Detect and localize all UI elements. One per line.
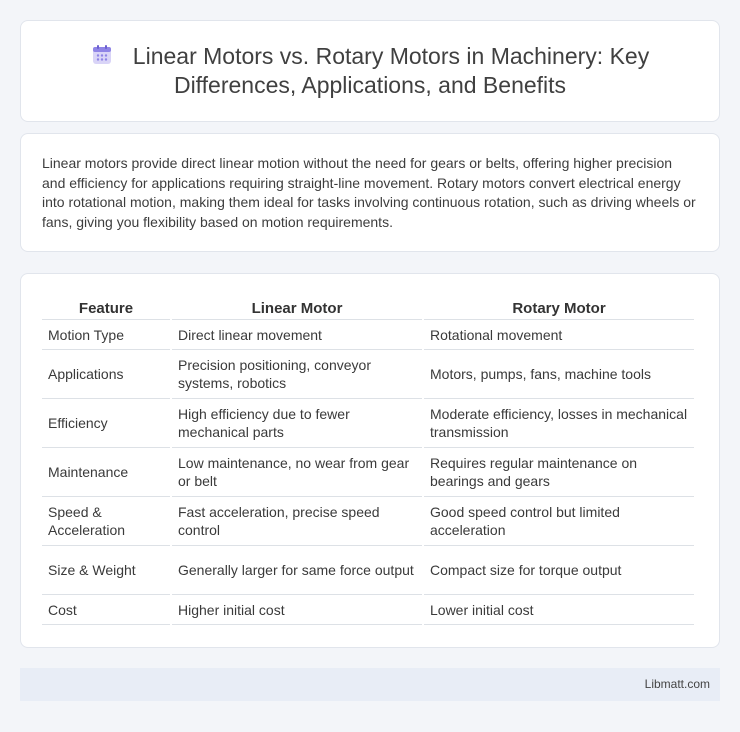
cell-linear: Generally larger for same force output xyxy=(172,546,422,595)
footer: Libmatt.com xyxy=(20,668,720,701)
cell-linear: Low maintenance, no wear from gear or be… xyxy=(172,448,422,497)
cell-feature: Applications xyxy=(42,350,170,399)
table-row: Cost Higher initial cost Lower initial c… xyxy=(42,595,694,625)
cell-linear: Fast acceleration, precise speed control xyxy=(172,497,422,546)
table-row: Speed & Acceleration Fast acceleration, … xyxy=(42,497,694,546)
cell-feature: Speed & Acceleration xyxy=(42,497,170,546)
page-title: Linear Motors vs. Rotary Motors in Machi… xyxy=(132,43,650,98)
table-row: Applications Precision positioning, conv… xyxy=(42,350,694,399)
cell-feature: Maintenance xyxy=(42,448,170,497)
intro-card: Linear motors provide direct linear moti… xyxy=(20,133,720,252)
footer-site-link[interactable]: Libmatt.com xyxy=(645,677,710,691)
cell-feature: Motion Type xyxy=(42,320,170,350)
intro-text: Linear motors provide direct linear moti… xyxy=(42,155,696,230)
cell-feature: Cost xyxy=(42,595,170,625)
table-header-row: Feature Linear Motor Rotary Motor xyxy=(42,294,694,320)
cell-rotary: Requires regular maintenance on bearings… xyxy=(424,448,694,497)
header-feature: Feature xyxy=(42,294,170,320)
table-card: Feature Linear Motor Rotary Motor Motion… xyxy=(20,273,720,648)
cell-rotary: Good speed control but limited accelerat… xyxy=(424,497,694,546)
cell-feature: Efficiency xyxy=(42,399,170,448)
cell-rotary: Motors, pumps, fans, machine tools xyxy=(424,350,694,399)
header-rotary-motor: Rotary Motor xyxy=(424,294,694,320)
cell-rotary: Lower initial cost xyxy=(424,595,694,625)
table-row: Efficiency High efficiency due to fewer … xyxy=(42,399,694,448)
cell-linear: Precision positioning, conveyor systems,… xyxy=(172,350,422,399)
title-card: Linear Motors vs. Rotary Motors in Machi… xyxy=(20,20,720,122)
table-row: Motion Type Direct linear movement Rotat… xyxy=(42,320,694,350)
cell-linear: Higher initial cost xyxy=(172,595,422,625)
cell-rotary: Moderate efficiency, losses in mechanica… xyxy=(424,399,694,448)
cell-linear: Direct linear movement xyxy=(172,320,422,350)
cell-feature: Size & Weight xyxy=(42,546,170,595)
table-row: Maintenance Low maintenance, no wear fro… xyxy=(42,448,694,497)
cell-rotary: Rotational movement xyxy=(424,320,694,350)
page-title-wrap: Linear Motors vs. Rotary Motors in Machi… xyxy=(61,42,679,100)
cell-linear: High efficiency due to fewer mechanical … xyxy=(172,399,422,448)
calendar-icon xyxy=(92,45,111,64)
table-row: Size & Weight Generally larger for same … xyxy=(42,546,694,595)
cell-rotary: Compact size for torque output xyxy=(424,546,694,595)
comparison-table: Feature Linear Motor Rotary Motor Motion… xyxy=(40,294,696,625)
header-linear-motor: Linear Motor xyxy=(172,294,422,320)
